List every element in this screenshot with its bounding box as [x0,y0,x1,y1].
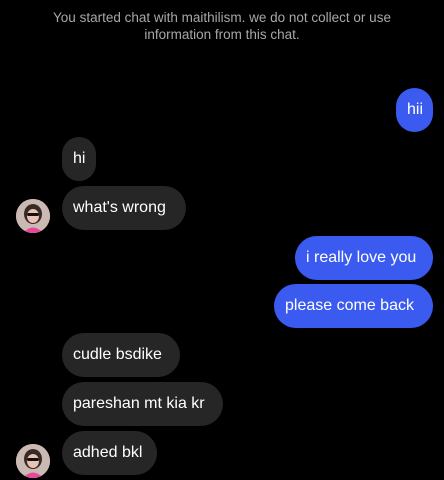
incoming-message-bubble[interactable]: what's wrong [62,186,186,230]
outgoing-message-bubble[interactable]: hii [396,88,433,132]
outgoing-message-bubble[interactable]: i really love you [295,236,433,280]
contact-avatar-icon [16,444,50,478]
chat-notice: You started chat with maithilism. we do … [0,9,444,43]
chat-notice-line-1: You started chat with maithilism. we do … [53,10,391,25]
incoming-message-bubble[interactable]: pareshan mt kia kr [62,382,223,426]
outgoing-message-bubble[interactable]: please come back [274,284,433,328]
incoming-message-bubble[interactable]: cudle bsdike [62,333,180,377]
incoming-message-bubble[interactable]: hi [62,137,96,181]
contact-avatar-icon[interactable] [16,199,50,233]
incoming-message-bubble[interactable]: adhed bkl [62,431,157,475]
contact-avatar-icon[interactable] [16,444,50,478]
contact-avatar-icon [16,199,50,233]
chat-notice-line-2: information from this chat. [144,27,300,42]
